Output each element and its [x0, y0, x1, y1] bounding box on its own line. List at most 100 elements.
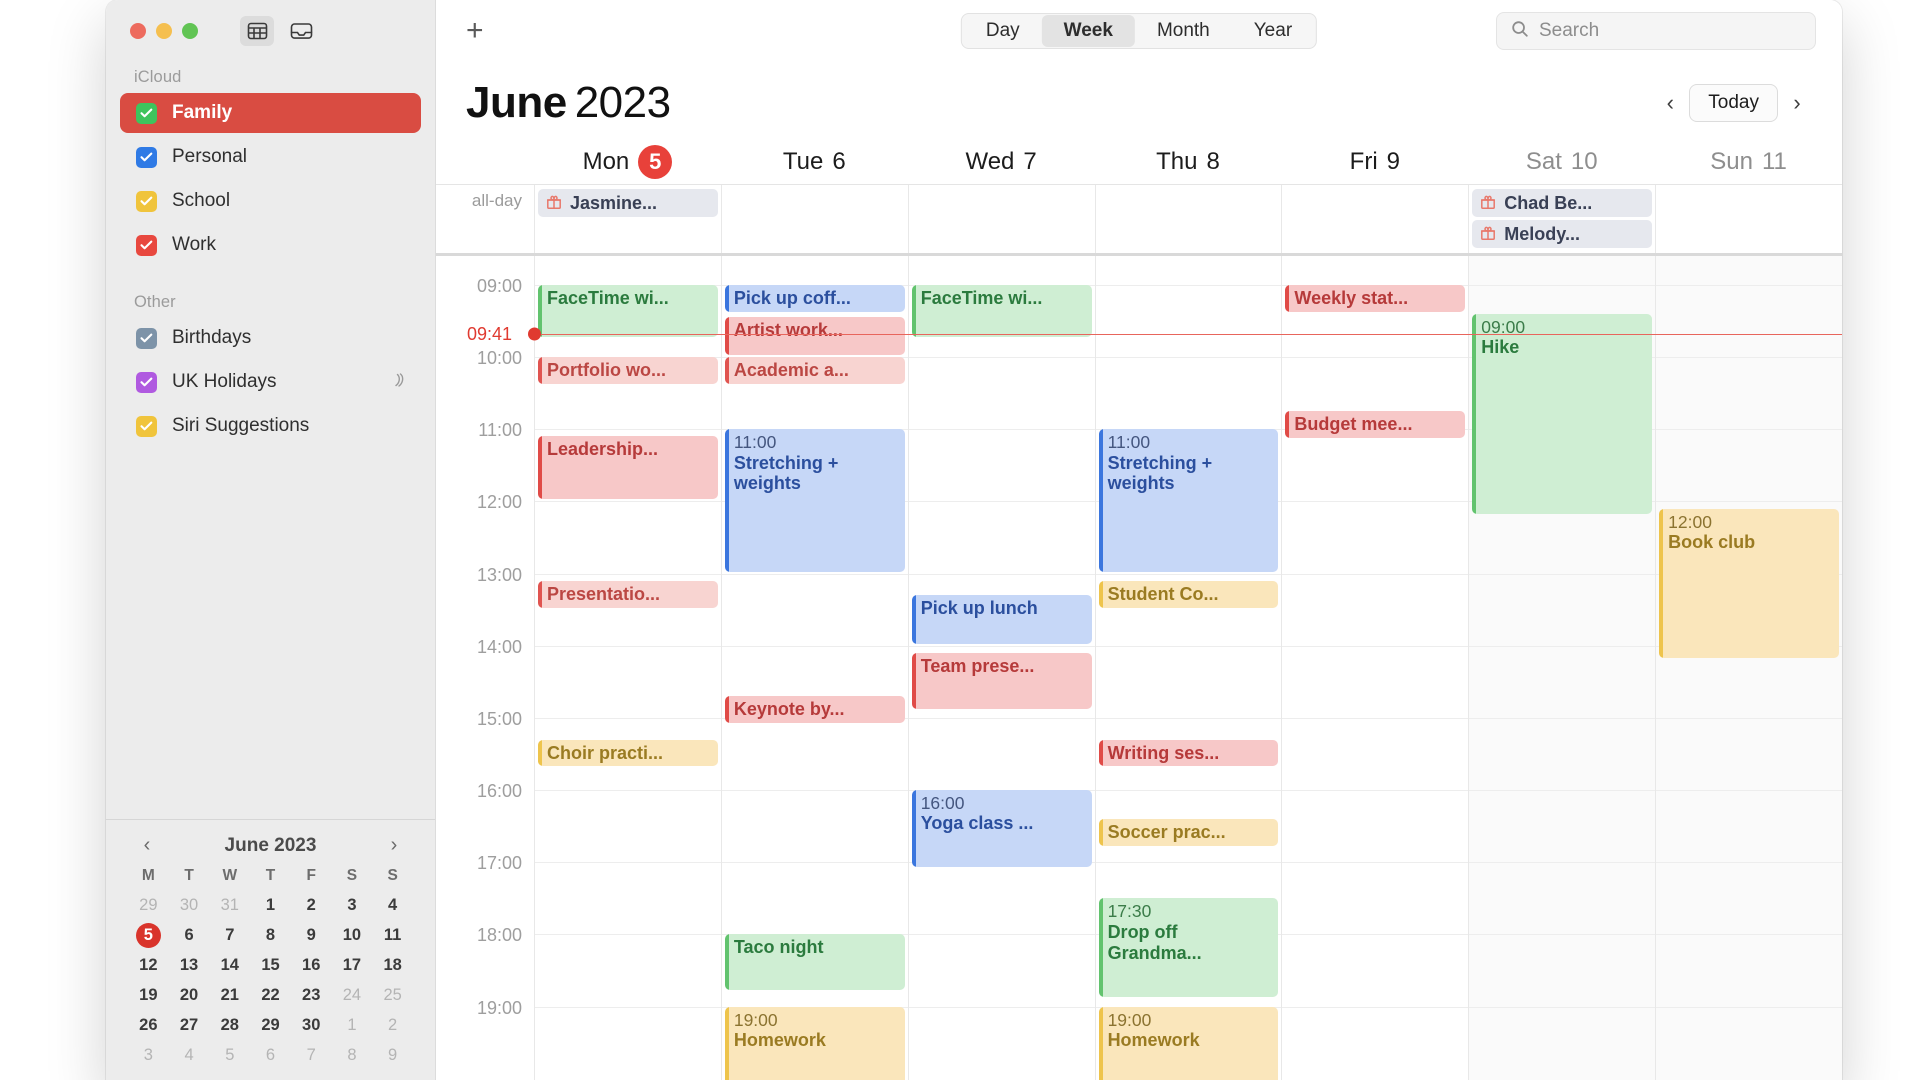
mini-day-cell[interactable]: 6 — [250, 1043, 291, 1068]
calendar-event[interactable]: Presentatio... — [538, 580, 718, 608]
mini-day-cell[interactable]: 20 — [169, 983, 210, 1008]
calendar-event[interactable]: Leadership... — [538, 436, 718, 500]
calendar-event[interactable]: Portfolio wo... — [538, 357, 718, 384]
mini-day-cell[interactable]: 3 — [332, 893, 373, 918]
calendar-event[interactable]: 16:00 Yoga class ... — [911, 790, 1092, 868]
mini-day-cell[interactable]: 21 — [209, 983, 250, 1008]
tab-month[interactable]: Month — [1135, 15, 1232, 47]
mini-day-cell[interactable]: 9 — [372, 1043, 413, 1068]
mini-day-cell[interactable]: 30 — [169, 893, 210, 918]
calendar-event[interactable]: Taco night — [724, 934, 905, 991]
day-header-sun[interactable]: Sun 11 — [1655, 148, 1842, 176]
mini-day-cell[interactable]: 3 — [128, 1043, 169, 1068]
calendar-event[interactable]: Keynote by... — [724, 696, 905, 724]
sidebar-item-work[interactable]: Work — [120, 225, 421, 265]
inbox-icon[interactable] — [284, 16, 318, 46]
sidebar-item-school[interactable]: School — [120, 181, 421, 221]
mini-day-cell[interactable]: 22 — [250, 983, 291, 1008]
calendar-event[interactable]: 12:00 Book club — [1659, 508, 1839, 659]
day-column-wed[interactable]: FaceTime wi... Pick up lunch Team prese...… — [907, 256, 1095, 1080]
all-day-column[interactable] — [907, 185, 1095, 253]
calendar-event[interactable]: FaceTime wi... — [911, 284, 1092, 337]
day-header-wed[interactable]: Wed 7 — [908, 148, 1095, 176]
checkbox-siri-suggestions[interactable] — [136, 415, 157, 437]
mini-day-cell[interactable]: 28 — [209, 1013, 250, 1038]
mini-day-cell[interactable]: 1 — [250, 893, 291, 918]
mini-day-cell[interactable]: 19 — [128, 983, 169, 1008]
sidebar-item-uk-holidays[interactable]: UK Holidays — [120, 362, 421, 402]
calendar-event[interactable]: Soccer prac... — [1098, 818, 1279, 846]
add-event-button[interactable]: + — [466, 16, 484, 46]
search-field[interactable]: Search — [1496, 12, 1816, 50]
mini-day-cell[interactable]: 4 — [372, 893, 413, 918]
day-header-sat[interactable]: Sat 10 — [1468, 148, 1655, 176]
calendar-event[interactable]: 09:00 Hike — [1472, 313, 1653, 514]
calendar-event[interactable]: 17:30 Drop off Grandma... — [1098, 898, 1279, 998]
mini-day-cell[interactable]: 2 — [291, 893, 332, 918]
mini-day-cell[interactable]: 8 — [250, 923, 291, 948]
calendar-event[interactable]: Pick up coff... — [724, 284, 905, 312]
view-switcher[interactable]: Day Week Month Year — [960, 13, 1318, 49]
calendar-event[interactable]: 19:00 Homework — [724, 1006, 905, 1080]
mini-day-cell[interactable]: 24 — [332, 983, 373, 1008]
calendar-event[interactable]: Choir practi... — [538, 739, 718, 767]
day-header-mon[interactable]: Mon 5 — [534, 145, 721, 179]
mini-day-cell[interactable]: 29 — [250, 1013, 291, 1038]
tab-day[interactable]: Day — [964, 15, 1042, 47]
all-day-event[interactable]: Jasmine... — [538, 189, 718, 217]
sidebar-item-personal[interactable]: Personal — [120, 137, 421, 177]
all-day-event[interactable]: Chad Be... — [1472, 189, 1653, 217]
today-button[interactable]: Today — [1689, 84, 1778, 122]
calendar-event[interactable]: 11:00 Stretching + weights — [724, 429, 905, 572]
zoom-button[interactable] — [182, 23, 198, 39]
mini-day-cell[interactable]: 7 — [209, 923, 250, 948]
tab-week[interactable]: Week — [1041, 15, 1135, 47]
day-column-tue[interactable]: Pick up coff... Artist work... Academic a.… — [720, 256, 908, 1080]
all-day-column[interactable] — [720, 185, 908, 253]
mini-day-cell[interactable]: 5 — [209, 1043, 250, 1068]
mini-day-cell[interactable]: 31 — [209, 893, 250, 918]
next-week-button[interactable]: › — [1778, 84, 1816, 122]
mini-next-month-button[interactable]: › — [381, 834, 407, 857]
calendar-event[interactable]: Weekly stat... — [1285, 284, 1466, 312]
all-day-column[interactable] — [1094, 185, 1282, 253]
calendar-event[interactable]: Team prese... — [911, 652, 1092, 709]
calendar-event[interactable]: Artist work... — [724, 317, 905, 356]
mini-day-cell[interactable]: 17 — [332, 953, 373, 978]
all-day-column[interactable] — [1281, 185, 1468, 253]
calendar-event[interactable]: Pick up lunch — [911, 595, 1092, 644]
mini-day-cell[interactable]: 25 — [372, 983, 413, 1008]
calendar-event[interactable]: 11:00 Stretching + weights — [1098, 429, 1279, 572]
all-day-column[interactable]: Jasmine... — [534, 185, 721, 253]
checkbox-uk-holidays[interactable] — [136, 371, 157, 393]
checkbox-school[interactable] — [136, 190, 157, 212]
checkbox-work[interactable] — [136, 234, 157, 256]
mini-day-cell[interactable]: 4 — [169, 1043, 210, 1068]
calendar-event[interactable]: FaceTime wi... — [538, 284, 718, 337]
mini-day-today[interactable]: 5 — [135, 923, 161, 948]
all-day-column[interactable]: Chad Be... Melody... — [1468, 185, 1655, 253]
checkbox-family[interactable] — [136, 102, 157, 124]
mini-day-cell[interactable]: 10 — [332, 923, 373, 948]
mini-day-cell[interactable]: 8 — [332, 1043, 373, 1068]
mini-day-cell[interactable]: 30 — [291, 1013, 332, 1038]
previous-week-button[interactable]: ‹ — [1651, 84, 1689, 122]
checkbox-birthdays[interactable] — [136, 327, 157, 349]
day-header-fri[interactable]: Fri 9 — [1281, 148, 1468, 176]
mini-day-cell[interactable]: 11 — [372, 923, 413, 948]
checkbox-personal[interactable] — [136, 146, 157, 168]
time-grid[interactable]: 09:00 10:00 11:00 12:00 13:00 14:00 15:00 16:00… — [436, 256, 1842, 1080]
mini-day-cell[interactable]: 7 — [291, 1043, 332, 1068]
sidebar-item-family[interactable]: Family — [120, 93, 421, 133]
mini-calendar-grid[interactable]: M T W T F S S 29 30 31 1 2 3 4 5 6 7 8 9 10 11 12 13 14 15 16 17 18… — [128, 867, 413, 1068]
mini-day-cell[interactable]: 18 — [372, 953, 413, 978]
day-column-fri[interactable]: Weekly stat... Budget mee... — [1281, 256, 1469, 1080]
mini-day-cell[interactable]: 12 — [128, 953, 169, 978]
mini-prev-month-button[interactable]: ‹ — [134, 834, 160, 857]
day-column-mon[interactable]: FaceTime wi... Portfolio wo... Leadership.… — [534, 256, 721, 1080]
mini-day-cell[interactable]: 16 — [291, 953, 332, 978]
minimize-button[interactable] — [156, 23, 172, 39]
day-column-sun[interactable]: 12:00 Book club — [1655, 256, 1842, 1080]
calendar-view-icon[interactable] — [240, 16, 274, 46]
day-header-tue[interactable]: Tue 6 — [721, 148, 908, 176]
